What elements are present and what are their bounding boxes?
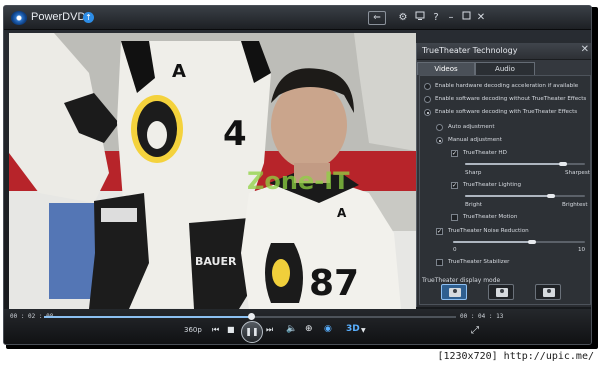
display-mode-split-button[interactable] bbox=[488, 284, 514, 300]
slider-hd[interactable] bbox=[465, 162, 585, 166]
option-auto-adjustment: Auto adjustment bbox=[448, 124, 495, 130]
resolution-label[interactable]: 360p bbox=[184, 326, 202, 334]
powerdvd-logo-icon bbox=[11, 11, 27, 25]
video-viewport[interactable]: 4 A BAUER 87 A Zone-IT bbox=[9, 33, 416, 309]
powerdvd-window: PowerDVD ↑ ⇐ ⚙ ? – ✕ 4 A BAUER 87 A Zone… bbox=[3, 5, 592, 345]
fullscreen-icon[interactable]: ⤢ bbox=[471, 325, 479, 336]
zoom-icon[interactable]: ⊕ bbox=[305, 324, 313, 334]
help-icon[interactable]: ? bbox=[430, 11, 442, 25]
checkbox-noise-reduction[interactable]: ✓ bbox=[436, 228, 443, 235]
label-truetheater-hd: TrueTheater HD bbox=[463, 150, 507, 156]
checkbox-truetheater-lighting[interactable]: ✓ bbox=[451, 182, 458, 189]
app-title: PowerDVD bbox=[31, 11, 86, 23]
playback-controls: 00 : 02 : 08 00 : 04 : 13 360p ⏮ ■ ❚❚ ⏭ … bbox=[4, 309, 591, 344]
tab-audio[interactable]: Audio bbox=[475, 62, 535, 75]
display-icon[interactable] bbox=[414, 11, 426, 25]
panel-title: TrueTheater Technology bbox=[422, 46, 518, 55]
option-software-with-effects: Enable software decoding with TrueTheate… bbox=[435, 109, 578, 115]
option-software-no-effects: Enable software decoding without TrueThe… bbox=[435, 96, 587, 102]
video-frame-image: 4 A BAUER 87 A Zone-IT bbox=[9, 33, 416, 309]
time-total: 00 : 04 : 13 bbox=[460, 313, 504, 320]
gear-icon[interactable]: ⚙ bbox=[397, 11, 409, 25]
screenshot-frame: PowerDVD ↑ ⇐ ⚙ ? – ✕ 4 A BAUER 87 A Zone… bbox=[0, 0, 600, 370]
slider-lighting-fill bbox=[465, 195, 552, 197]
panel-tabs: Videos Audio bbox=[417, 62, 591, 75]
option-hardware-decoding: Enable hardware decoding acceleration if… bbox=[435, 83, 579, 89]
title-bar[interactable]: PowerDVD ↑ ⇐ ⚙ ? – ✕ bbox=[4, 6, 591, 30]
eye-icon[interactable]: ◉ bbox=[324, 324, 332, 334]
label-truetheater-lighting: TrueTheater Lighting bbox=[463, 182, 522, 188]
label-brightest: Brightest bbox=[562, 202, 588, 208]
watermark-text: Zone-IT bbox=[247, 167, 350, 195]
helmet-text: BAUER bbox=[195, 255, 237, 268]
front-jersey-number: 87 bbox=[309, 263, 359, 304]
slider-noise-knob[interactable] bbox=[528, 240, 537, 244]
seek-bar[interactable] bbox=[44, 313, 456, 320]
previous-icon[interactable]: ⏮ bbox=[212, 325, 219, 335]
next-icon[interactable]: ⏭ bbox=[266, 325, 273, 335]
checkbox-stabilizer[interactable] bbox=[436, 259, 443, 266]
close-icon[interactable]: ✕ bbox=[475, 11, 487, 25]
svg-text:A: A bbox=[337, 206, 347, 220]
label-display-mode: TrueTheater display mode bbox=[422, 277, 501, 284]
minimize-icon[interactable]: – bbox=[445, 11, 457, 25]
volume-icon[interactable]: 🔈 bbox=[286, 324, 297, 334]
display-mode-compare-button[interactable] bbox=[535, 284, 561, 300]
slider-hd-knob[interactable] bbox=[559, 162, 568, 166]
radio-hardware-decoding[interactable] bbox=[424, 83, 431, 90]
slider-lighting[interactable] bbox=[465, 194, 585, 198]
label-noise-min: 0 bbox=[453, 247, 457, 253]
slider-hd-fill bbox=[465, 163, 564, 165]
panel-body: Enable hardware decoding acceleration if… bbox=[419, 75, 591, 305]
radio-auto-adjustment[interactable] bbox=[436, 124, 443, 131]
tab-videos[interactable]: Videos bbox=[417, 62, 475, 75]
option-manual-adjustment: Manual adjustment bbox=[448, 137, 502, 143]
person-split-icon bbox=[496, 288, 508, 297]
label-sharp: Sharp bbox=[465, 170, 482, 176]
pause-button[interactable]: ❚❚ bbox=[241, 321, 263, 343]
seek-bar-fill bbox=[44, 316, 253, 318]
stop-icon[interactable]: ■ bbox=[227, 325, 235, 334]
slider-lighting-knob[interactable] bbox=[547, 194, 556, 198]
display-mode-full-button[interactable] bbox=[441, 284, 467, 300]
label-noise-max: 10 bbox=[578, 247, 586, 253]
slider-noise-fill bbox=[453, 241, 533, 243]
panel-close-icon[interactable]: ✕ bbox=[581, 44, 589, 55]
left-jersey-number: 4 bbox=[223, 114, 247, 154]
label-truetheater-motion: TrueTheater Motion bbox=[463, 214, 518, 220]
image-caption: [1230x720] http://upic.me/ bbox=[437, 351, 594, 362]
radio-software-with-effects[interactable] bbox=[424, 109, 431, 116]
slider-noise[interactable] bbox=[453, 240, 585, 244]
checkbox-truetheater-motion[interactable] bbox=[451, 214, 458, 221]
radio-software-no-effects[interactable] bbox=[424, 96, 431, 103]
chevron-down-icon[interactable]: ▼ bbox=[361, 327, 366, 334]
seek-bar-knob[interactable] bbox=[248, 313, 256, 320]
label-bright: Bright bbox=[465, 202, 482, 208]
restore-icon[interactable] bbox=[460, 11, 472, 25]
label-sharpest: Sharpest bbox=[565, 170, 590, 176]
radio-manual-adjustment[interactable] bbox=[436, 137, 443, 144]
label-noise-reduction: TrueTheater Noise Reduction bbox=[448, 228, 529, 234]
checkbox-truetheater-hd[interactable]: ✓ bbox=[451, 150, 458, 157]
person-compare-icon bbox=[543, 288, 555, 297]
threed-button[interactable]: 3D bbox=[346, 324, 360, 334]
svg-text:A: A bbox=[172, 61, 186, 82]
update-icon[interactable]: ↑ bbox=[83, 12, 94, 23]
back-icon[interactable]: ⇐ bbox=[368, 11, 386, 25]
truetheater-panel: TrueTheater Technology ✕ Videos Audio En… bbox=[416, 43, 591, 307]
panel-title-bar[interactable]: TrueTheater Technology ✕ bbox=[417, 43, 591, 60]
person-icon bbox=[449, 288, 461, 297]
label-stabilizer: TrueTheater Stabilizer bbox=[448, 259, 510, 265]
